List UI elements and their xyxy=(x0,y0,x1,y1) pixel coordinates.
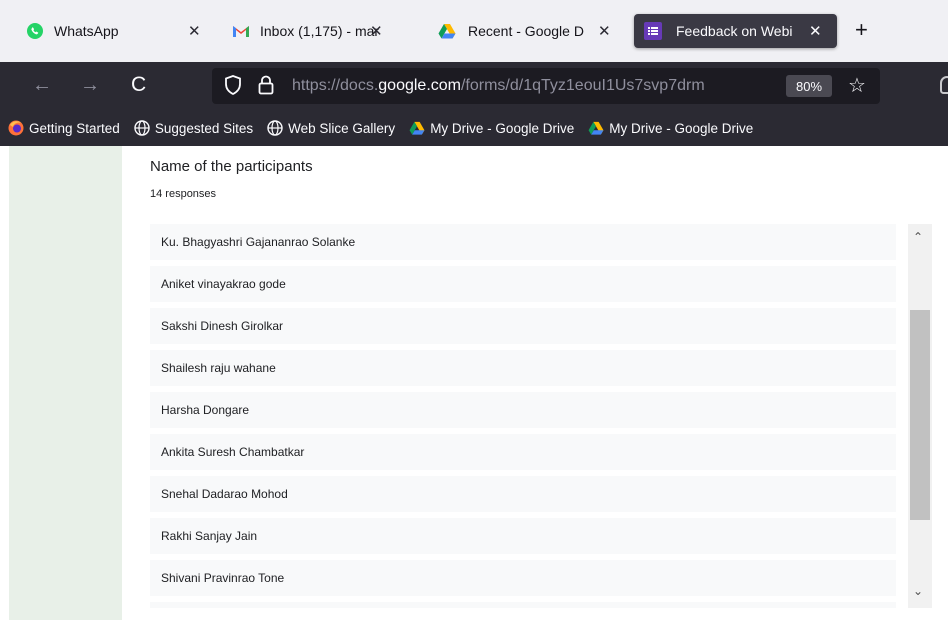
close-tab-icon[interactable]: ✕ xyxy=(809,22,822,40)
scroll-down-icon[interactable]: ⌄ xyxy=(913,584,923,598)
address-bar[interactable]: https://docs.google.com/forms/d/1qTyz1eo… xyxy=(212,68,880,104)
response-row: Shivani Pravinrao Tone xyxy=(150,560,896,596)
lock-icon[interactable] xyxy=(258,75,274,100)
bookmark-label: Web Slice Gallery xyxy=(288,120,396,136)
close-tab-icon[interactable]: ✕ xyxy=(598,22,611,40)
globe-icon xyxy=(134,120,150,136)
google-drive-icon xyxy=(409,120,425,136)
whatsapp-icon xyxy=(26,22,44,40)
shield-icon[interactable] xyxy=(224,75,242,100)
response-row: Ankita Suresh Chambatkar xyxy=(150,434,896,470)
google-drive-icon xyxy=(438,22,456,40)
tab-gmail[interactable]: Inbox (1,175) - mar ✕ xyxy=(222,14,422,48)
forward-button[interactable]: → xyxy=(80,74,100,96)
page-content: Name of the participants 14 responses Ku… xyxy=(0,146,948,620)
url-text[interactable]: https://docs.google.com/forms/d/1qTyz1eo… xyxy=(292,77,734,95)
responses-count: 14 responses xyxy=(150,188,217,200)
bookmark-label: Getting Started xyxy=(29,120,120,136)
response-row: Snehal Dadarao Mohod xyxy=(150,476,896,512)
tab-forms-active[interactable]: Feedback on Webi ✕ xyxy=(634,14,837,48)
tab-google-drive[interactable]: Recent - Google D ✕ xyxy=(428,14,628,48)
google-forms-icon xyxy=(644,22,662,40)
bookmarks-toolbar: Getting Started Suggested Sites Web Slic… xyxy=(0,110,948,146)
url-host: google.com xyxy=(378,77,461,94)
response-row: Ku. Bhagyashri Gajananrao Solanke xyxy=(150,224,896,260)
back-button[interactable]: ← xyxy=(32,74,52,96)
responses-scrollbar[interactable]: ⌃ ⌄ xyxy=(908,224,932,608)
gmail-icon xyxy=(232,22,250,40)
bookmark-my-drive-2[interactable]: My Drive - Google Drive xyxy=(588,120,753,136)
bookmark-web-slice-gallery[interactable]: Web Slice Gallery xyxy=(267,120,395,136)
responses-list[interactable]: Ku. Bhagyashri Gajananrao Solanke Aniket… xyxy=(150,224,896,608)
bookmark-my-drive[interactable]: My Drive - Google Drive xyxy=(409,120,574,136)
url-path: /forms/d/1qTyz1eouI1Us7svp7drm xyxy=(460,77,705,94)
tab-label: Feedback on Webi xyxy=(676,23,793,39)
firefox-icon xyxy=(8,120,24,136)
extensions-shield-icon[interactable] xyxy=(940,76,948,94)
tab-whatsapp[interactable]: WhatsApp ✕ xyxy=(16,14,216,48)
zoom-level-badge[interactable]: 80% xyxy=(786,75,832,97)
response-row: Rakhi Sanjay Jain xyxy=(150,518,896,554)
close-tab-icon[interactable]: ✕ xyxy=(188,22,201,40)
scrollbar-thumb[interactable] xyxy=(910,310,930,520)
tab-strip: WhatsApp ✕ Inbox (1,175) - mar ✕ Recent … xyxy=(0,0,948,62)
reload-button[interactable]: C xyxy=(131,74,146,96)
globe-icon xyxy=(267,120,283,136)
response-row: Shailesh raju wahane xyxy=(150,350,896,386)
question-title: Name of the participants xyxy=(150,158,313,175)
response-row: Sakshi Dinesh Girolkar xyxy=(150,308,896,344)
response-row: Aniket vinayakrao gode xyxy=(150,266,896,302)
bookmark-star-icon[interactable]: ☆ xyxy=(848,73,866,98)
close-tab-icon[interactable]: ✕ xyxy=(370,22,383,40)
response-row: Harsha Dongare xyxy=(150,392,896,428)
bookmark-getting-started[interactable]: Getting Started xyxy=(8,120,120,136)
bookmark-label: Suggested Sites xyxy=(154,120,254,136)
left-gutter xyxy=(9,146,122,620)
bookmark-suggested-sites[interactable]: Suggested Sites xyxy=(134,120,253,136)
navigation-toolbar: ← → C https://docs.google.com/forms/d/1q… xyxy=(0,62,948,110)
new-tab-button[interactable]: + xyxy=(855,19,868,41)
tab-label: WhatsApp xyxy=(54,23,119,39)
response-row xyxy=(150,602,896,608)
google-drive-icon xyxy=(588,120,604,136)
scroll-up-icon[interactable]: ⌃ xyxy=(913,230,923,244)
tab-label: Recent - Google D xyxy=(468,23,584,39)
bookmark-label: My Drive - Google Drive xyxy=(430,120,575,136)
url-scheme: https://docs. xyxy=(292,77,379,94)
bookmark-label: My Drive - Google Drive xyxy=(609,120,754,136)
tab-label: Inbox (1,175) - mar xyxy=(260,23,380,39)
